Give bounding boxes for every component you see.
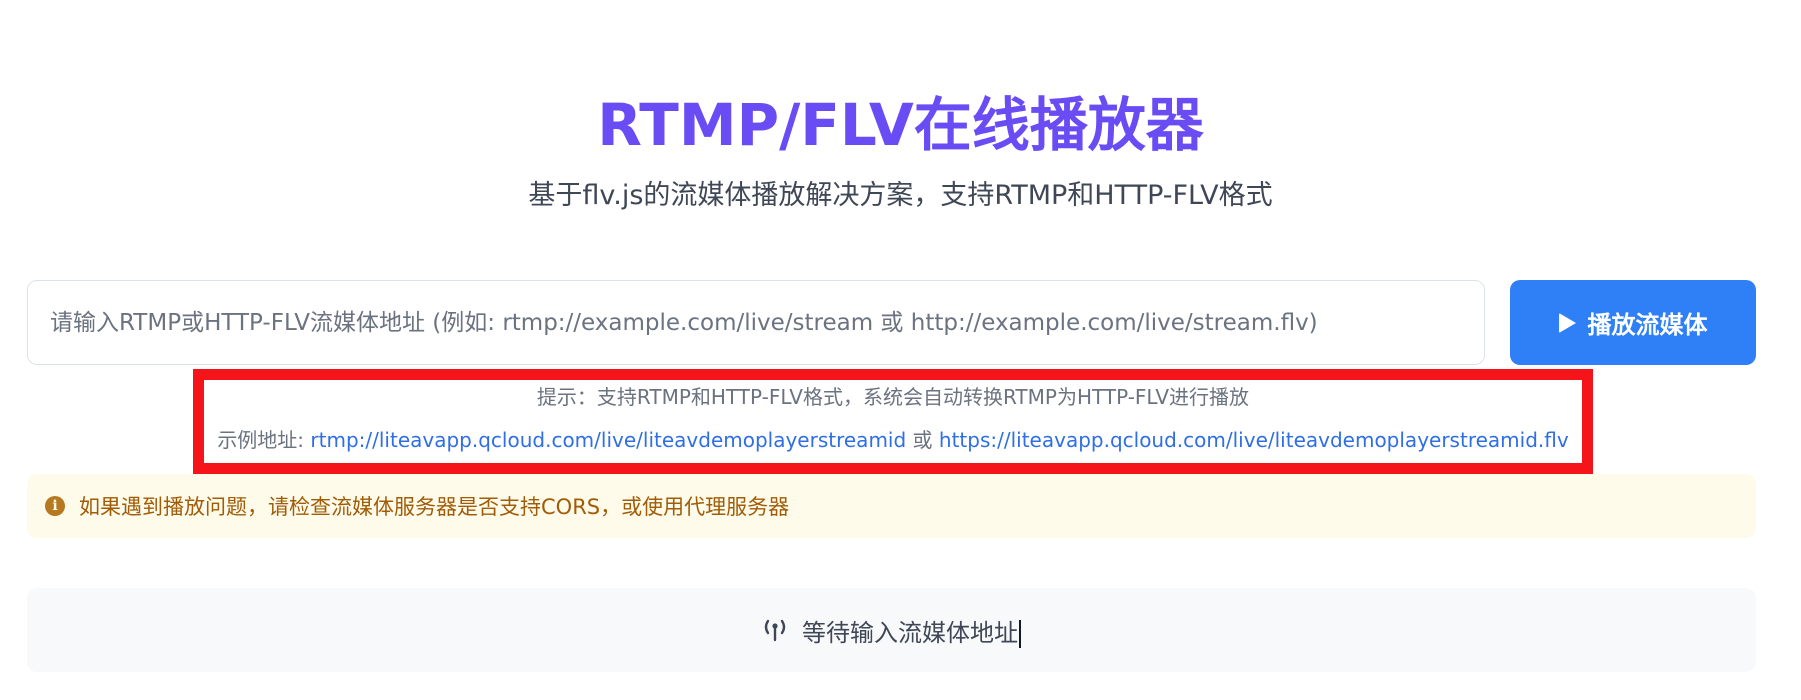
example-addresses: 示例地址: rtmp://liteavapp.qcloud.com/live/l…	[193, 426, 1593, 454]
page: RTMP/FLV在线播放器 基于flv.js的流媒体播放解决方案，支持RTMP和…	[0, 0, 1801, 700]
play-stream-button-label: 播放流媒体	[1587, 311, 1708, 339]
text-caret	[1019, 619, 1021, 648]
info-icon: i	[45, 496, 65, 516]
play-stream-button[interactable]: 播放流媒体	[1510, 280, 1756, 365]
broadcast-tower-icon	[762, 618, 788, 642]
player-status-text: 等待输入流媒体地址	[802, 613, 1021, 648]
example-rtmp-link[interactable]: rtmp://liteavapp.qcloud.com/live/liteavd…	[310, 428, 906, 452]
page-subtitle: 基于flv.js的流媒体播放解决方案，支持RTMP和HTTP-FLV格式	[528, 180, 1273, 211]
player-status-panel: 等待输入流媒体地址	[27, 588, 1756, 672]
format-hint: 提示：支持RTMP和HTTP-FLV格式，系统会自动转换RTMP为HTTP-FL…	[536, 385, 1250, 409]
example-prefix: 示例地址:	[217, 428, 311, 452]
cors-warning-banner: i 如果遇到播放问题，请检查流媒体服务器是否支持CORS，或使用代理服务器	[27, 474, 1756, 538]
page-title: RTMP/FLV在线播放器	[597, 91, 1204, 159]
example-separator: 或	[906, 428, 939, 452]
example-flv-link[interactable]: https://liteavapp.qcloud.com/live/liteav…	[939, 428, 1569, 452]
cors-warning-text: 如果遇到播放问题，请检查流媒体服务器是否支持CORS，或使用代理服务器	[79, 495, 790, 519]
stream-url-input[interactable]	[27, 280, 1485, 365]
player-status-label: 等待输入流媒体地址	[802, 618, 1018, 647]
play-icon	[1558, 312, 1576, 333]
